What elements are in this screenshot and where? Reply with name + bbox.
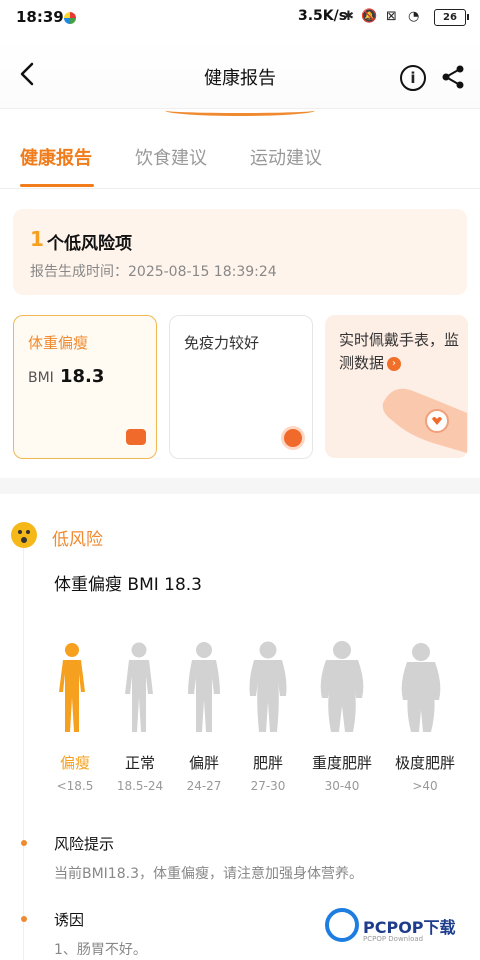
cause-text: 1、肠胃不好。 [54, 942, 147, 958]
header-accent-arc [165, 105, 315, 116]
virus-icon [284, 429, 302, 447]
immunity-card-title: 免疫力较好 [184, 334, 260, 352]
bmi-category-extreme-obese: 极度肥胖 [394, 754, 455, 772]
body-figure-severe-obese [320, 640, 364, 734]
bmi-category-severe-obese: 重度肥胖 [311, 754, 372, 772]
surprised-face-icon [11, 522, 37, 548]
mute-icon: 🔕 [361, 9, 378, 24]
section-divider [0, 478, 480, 494]
info-icon[interactable]: i [400, 65, 426, 91]
risk-level-label: 低风险 [52, 530, 103, 550]
network-speed: 3.5K/s [298, 8, 348, 24]
bmi-heading: 体重偏瘦 BMI 18.3 [54, 575, 203, 595]
cause-title: 诱因 [54, 911, 85, 929]
risk-tip-text: 当前BMI18.3，体重偏瘦，请注意加强身体营养。 [54, 866, 363, 882]
report-generated-time: 报告生成时间：2025-08-15 18:39:24 [30, 264, 277, 280]
app-notification-icon [64, 12, 76, 24]
hand-watch-icon [382, 388, 467, 453]
timeline-bullet [21, 840, 27, 846]
immunity-card[interactable]: 免疫力较好 [169, 315, 313, 459]
body-figure-overweight [186, 640, 222, 734]
wifi-icon: ◔ [408, 9, 420, 24]
app-header: 健康报告 i [0, 40, 480, 109]
watermark-logo: PCPOP下载 PCPOP Download [325, 908, 475, 952]
tab-bar: 健康报告 饮食建议 运动建议 [0, 130, 480, 189]
tab-exercise-advice[interactable]: 运动建议 [250, 144, 322, 170]
timeline-line [23, 548, 24, 960]
scale-icon [126, 429, 146, 445]
weight-card-title: 体重偏瘦 [28, 334, 89, 352]
body-figure-obese [248, 640, 288, 734]
bluetooth-icon: ✱ [343, 9, 354, 24]
share-icon[interactable] [440, 64, 466, 90]
status-time: 18:39 [16, 8, 64, 26]
battery-indicator: 26 [434, 9, 469, 26]
watch-promo-card[interactable]: 实时佩戴手表，监测数据 › [325, 315, 468, 458]
sim-off-icon: ⊠ [386, 9, 397, 24]
risk-tip-title: 风险提示 [54, 835, 115, 853]
weight-card[interactable]: 体重偏瘦 BMI 18.3 [13, 315, 157, 459]
body-figure-normal [123, 640, 155, 734]
bmi-value: 18.3 [60, 366, 105, 387]
tab-health-report[interactable]: 健康报告 [20, 144, 92, 170]
bmi-range-extreme-obese: >40 [412, 779, 438, 793]
bmi-range-severe-obese: 30-40 [324, 779, 360, 793]
risk-summary-card: 1 个低风险项 报告生成时间：2025-08-15 18:39:24 [13, 209, 467, 295]
status-bar: 18:39 3.5K/s ✱ 🔕 ⊠ ◔ 26 [0, 0, 480, 36]
risk-count: 1 [30, 227, 44, 251]
watermark-p-icon [325, 908, 359, 942]
watermark-subtext: PCPOP Download [363, 935, 424, 943]
chevron-right-icon: › [387, 356, 402, 371]
timeline-bullet [21, 916, 27, 922]
bmi-label: BMI [28, 370, 54, 386]
risk-count-label: 个低风险项 [47, 234, 132, 254]
tab-diet-advice[interactable]: 饮食建议 [135, 144, 207, 170]
active-tab-indicator [20, 184, 94, 187]
body-figure-extreme-obese [401, 640, 441, 734]
body-figure-underweight [57, 640, 87, 734]
